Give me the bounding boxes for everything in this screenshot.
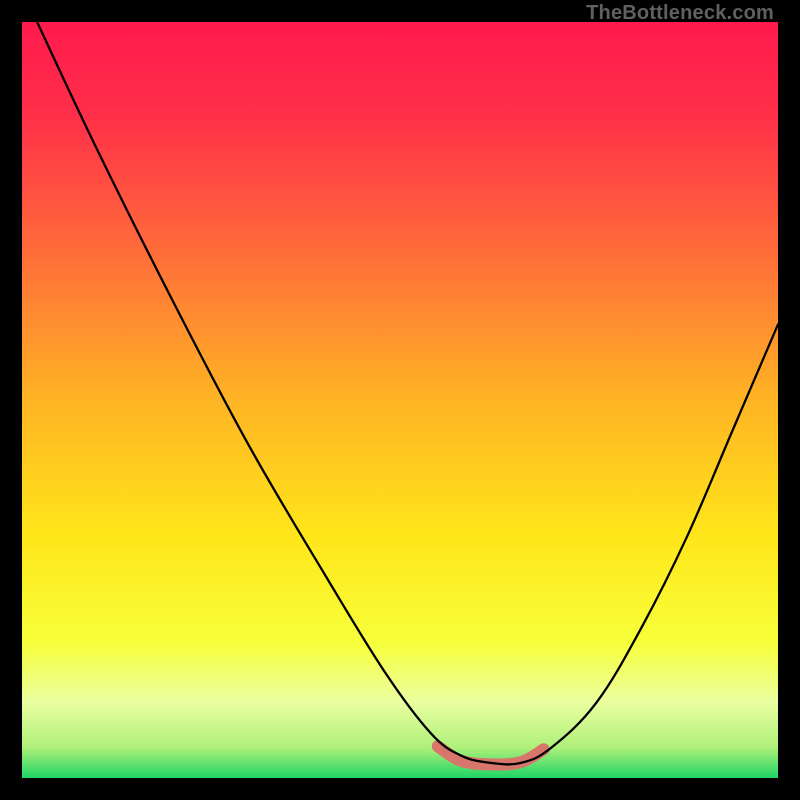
bottleneck-curve-line bbox=[37, 22, 778, 764]
outer-frame: TheBottleneck.com bbox=[0, 0, 800, 800]
watermark-text: TheBottleneck.com bbox=[586, 2, 774, 25]
chart-svg bbox=[22, 22, 778, 778]
